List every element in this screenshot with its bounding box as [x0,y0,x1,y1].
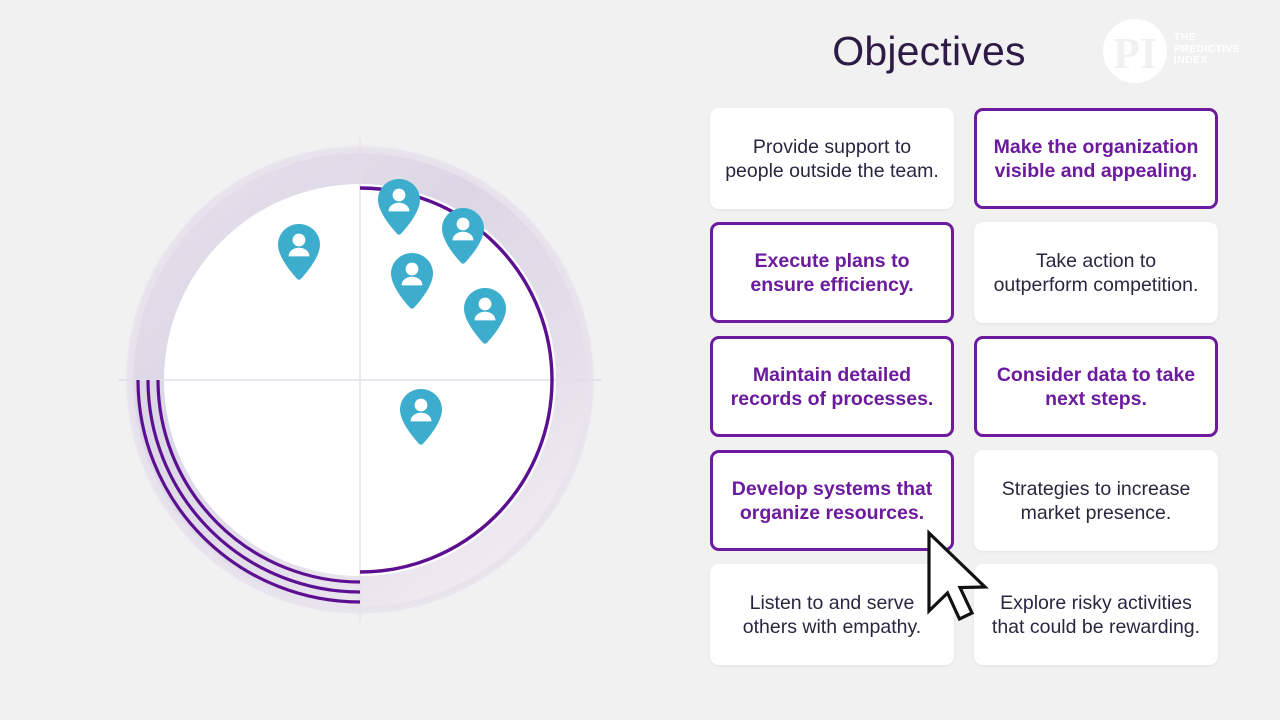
objective-card-label: Develop systems that organize resources. [731,477,933,524]
brand-wordmark: THE PREDICTIVE INDEX [1174,31,1270,67]
objective-card-label: Execute plans to ensure efficiency. [750,249,914,296]
objective-card-label: Take action to outperform competition. [993,249,1199,296]
objective-card-consider-data[interactable]: Consider data to take next steps. [974,336,1218,437]
pi-monogram-icon: PI [1103,19,1167,83]
team-circle-graphic [118,138,602,622]
slide-canvas: Objectives PI THE PREDICTIVE INDEX [0,0,1280,720]
objective-card-label: Strategies to increase market presence. [1001,477,1191,524]
objective-card-make-visible[interactable]: Make the organization visible and appeal… [974,108,1218,209]
objective-card-grid: Provide support to people outside the te… [710,108,1230,665]
objective-card-listen-serve[interactable]: Listen to and serve others with empathy. [710,564,954,665]
objective-card-label: Explore risky activities that could be r… [991,591,1201,638]
brand-line-3: INDEX [1174,54,1208,66]
predictive-index-logo: PI THE PREDICTIVE INDEX [1100,16,1272,86]
quadrant-lines [118,138,602,622]
objective-card-label: Consider data to take next steps. [996,363,1196,410]
objective-card-label: Make the organization visible and appeal… [993,135,1199,182]
objective-card-label: Listen to and serve others with empathy. [742,591,922,638]
objective-card-provide-support[interactable]: Provide support to people outside the te… [710,108,954,209]
objective-card-label: Maintain detailed records of processes. [730,363,934,410]
objective-card-take-action[interactable]: Take action to outperform competition. [974,222,1218,323]
team-diagram-panel [0,0,700,720]
objective-card-explore-risky[interactable]: Explore risky activities that could be r… [974,564,1218,665]
objective-card-strategies-market[interactable]: Strategies to increase market presence. [974,450,1218,551]
team-quadrant-circle [110,130,610,630]
objective-card-execute-plans[interactable]: Execute plans to ensure efficiency. [710,222,954,323]
objectives-panel: Objectives PI THE PREDICTIVE INDEX [700,0,1280,720]
objective-card-maintain-records[interactable]: Maintain detailed records of processes. [710,336,954,437]
brand-line-1: THE [1174,31,1196,43]
page-title: Objectives [832,28,1026,74]
objective-card-develop-systems[interactable]: Develop systems that organize resources. [710,450,954,551]
objective-card-label: Provide support to people outside the te… [725,135,939,182]
